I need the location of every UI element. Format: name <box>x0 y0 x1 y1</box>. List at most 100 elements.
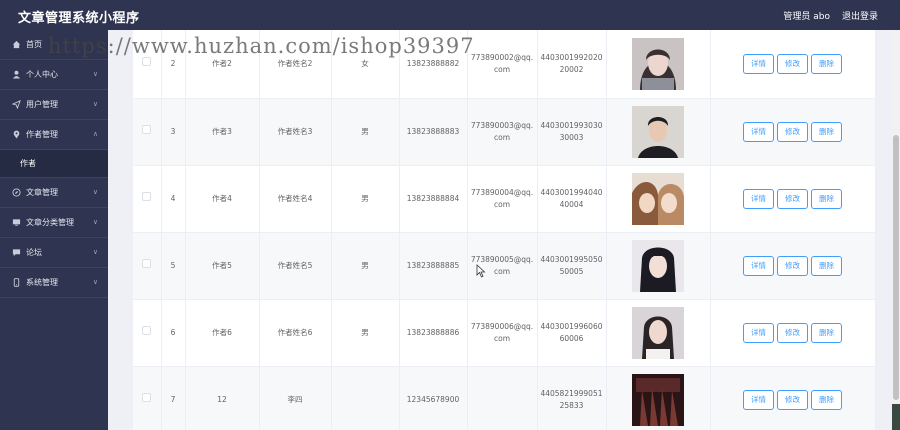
row-checkbox[interactable] <box>142 57 152 67</box>
delete-button[interactable]: 删除 <box>811 389 842 410</box>
row-checkbox[interactable] <box>142 192 152 201</box>
app-title: 文章管理系统小程序 <box>18 11 140 26</box>
avatar-image <box>632 306 684 359</box>
detail-button[interactable]: 详情 <box>743 53 774 74</box>
edit-button[interactable]: 修改 <box>777 121 808 142</box>
cell-email <box>467 366 538 430</box>
cell-gender: 男 <box>331 299 400 367</box>
sidebar: 首页 个人中心 ∨ 用户管理 ∨ 作者管理 ∧ 作者 文章管理 ∨ 文章分类管理… <box>0 30 108 430</box>
sidebar-item-author-management[interactable]: 作者管理 ∧ <box>0 120 108 150</box>
sidebar-item-label: 用户管理 <box>26 100 58 109</box>
table-card: 2 作者2 作者姓名2 女 13823888882 773890002@qq.c… <box>133 30 876 430</box>
cell-index: 6 <box>161 299 186 367</box>
table-row: 4 作者4 作者姓名4 男 13823888884 773890004@qq.c… <box>133 165 876 233</box>
table-row: 3 作者3 作者姓名3 男 13823888883 773890003@qq.c… <box>133 98 876 166</box>
cell-id-card: 440300199303030003 <box>537 98 607 166</box>
cell-phone: 13823888882 <box>399 30 468 99</box>
logout-link[interactable]: 退出登录 <box>842 9 878 22</box>
cell-name: 作者4 <box>185 165 260 233</box>
sidebar-item-label: 文章分类管理 <box>26 218 74 227</box>
delete-button[interactable]: 删除 <box>811 188 842 209</box>
chevron-down-icon: ∨ <box>92 248 98 256</box>
sidebar-subitem-author[interactable]: 作者 <box>0 150 108 178</box>
cell-id-card: 440582199905125833 <box>537 366 607 430</box>
detail-button[interactable]: 详情 <box>743 255 774 276</box>
detail-button[interactable]: 详情 <box>743 121 774 142</box>
admin-label[interactable]: 管理员 abo <box>783 9 830 22</box>
sidebar-item-personal-center[interactable]: 个人中心 ∨ <box>0 60 108 90</box>
top-bar: 文章管理系统小程序 管理员 abo 退出登录 <box>0 0 900 30</box>
cell-real-name: 作者姓名3 <box>259 98 332 166</box>
cell-index: 4 <box>161 165 186 233</box>
cell-index: 3 <box>161 98 186 166</box>
scrollbar-thumb[interactable] <box>893 135 899 400</box>
chevron-up-icon: ∧ <box>92 130 98 138</box>
sidebar-item-forum[interactable]: 论坛 ∨ <box>0 238 108 268</box>
mouse-cursor-icon <box>476 264 486 278</box>
chevron-down-icon: ∨ <box>92 188 98 196</box>
sidebar-subitem-label: 作者 <box>20 159 36 168</box>
detail-button[interactable]: 详情 <box>743 389 774 410</box>
phone-icon <box>12 278 21 287</box>
cell-real-name: 作者姓名6 <box>259 299 332 367</box>
table-row: 5 作者5 作者姓名5 男 13823888885 773890005@qq.c… <box>133 232 876 300</box>
cell-phone: 13823888885 <box>399 232 468 300</box>
chevron-down-icon: ∨ <box>92 100 98 108</box>
edit-button[interactable]: 修改 <box>777 255 808 276</box>
row-checkbox[interactable] <box>142 393 152 402</box>
edit-button[interactable]: 修改 <box>777 188 808 209</box>
edit-button[interactable]: 修改 <box>777 322 808 343</box>
edit-button[interactable]: 修改 <box>777 53 808 74</box>
side-widget[interactable] <box>892 404 900 430</box>
cell-index: 2 <box>161 30 186 99</box>
cell-real-name: 李四 <box>259 366 332 430</box>
cell-gender: 女 <box>331 30 400 99</box>
sidebar-item-article-category[interactable]: 文章分类管理 ∨ <box>0 208 108 238</box>
row-checkbox[interactable] <box>142 259 152 268</box>
cell-gender: 男 <box>331 232 400 300</box>
delete-button[interactable]: 删除 <box>811 121 842 142</box>
sidebar-item-user-management[interactable]: 用户管理 ∨ <box>0 90 108 120</box>
avatar-image <box>632 373 684 426</box>
cell-email: 773890002@qq.com <box>467 30 538 99</box>
edit-button[interactable]: 修改 <box>777 389 808 410</box>
cell-name: 作者5 <box>185 232 260 300</box>
delete-button[interactable]: 删除 <box>811 255 842 276</box>
cell-index: 5 <box>161 232 186 300</box>
cell-id-card: 440300199404040004 <box>537 165 607 233</box>
cell-id-card: 440300199606060006 <box>537 299 607 367</box>
delete-button[interactable]: 删除 <box>811 322 842 343</box>
chevron-down-icon: ∨ <box>92 218 98 226</box>
send-icon <box>12 100 21 109</box>
cell-name: 作者3 <box>185 98 260 166</box>
cell-index: 7 <box>161 366 186 430</box>
detail-button[interactable]: 详情 <box>743 322 774 343</box>
sidebar-item-system-management[interactable]: 系统管理 ∨ <box>0 268 108 298</box>
chat-icon <box>12 248 21 257</box>
cell-id-card: 440300199202020002 <box>537 30 607 99</box>
row-checkbox[interactable] <box>142 125 152 134</box>
avatar-image <box>632 105 684 158</box>
avatar-image <box>632 239 684 292</box>
chevron-down-icon: ∨ <box>92 70 98 78</box>
chevron-down-icon: ∨ <box>92 278 98 286</box>
avatar-image <box>632 37 684 90</box>
table-row: 6 作者6 作者姓名6 男 13823888886 773890006@qq.c… <box>133 299 876 367</box>
delete-button[interactable]: 删除 <box>811 53 842 74</box>
sidebar-item-label: 文章管理 <box>26 188 58 197</box>
sidebar-item-home[interactable]: 首页 <box>0 30 108 60</box>
cell-real-name: 作者姓名2 <box>259 30 332 99</box>
sidebar-item-label: 个人中心 <box>26 70 58 79</box>
row-checkbox[interactable] <box>142 326 152 335</box>
cell-gender <box>331 366 400 430</box>
home-icon <box>12 40 21 49</box>
header-actions: 管理员 abo 退出登录 <box>783 9 878 22</box>
sidebar-item-label: 论坛 <box>26 248 42 257</box>
cell-email: 773890006@qq.com <box>467 299 538 367</box>
sidebar-item-article-management[interactable]: 文章管理 ∨ <box>0 178 108 208</box>
cell-phone: 12345678900 <box>399 366 468 430</box>
main-content: 2 作者2 作者姓名2 女 13823888882 773890002@qq.c… <box>108 30 900 430</box>
vertical-scrollbar[interactable] <box>892 30 900 430</box>
cell-email: 773890003@qq.com <box>467 98 538 166</box>
detail-button[interactable]: 详情 <box>743 188 774 209</box>
